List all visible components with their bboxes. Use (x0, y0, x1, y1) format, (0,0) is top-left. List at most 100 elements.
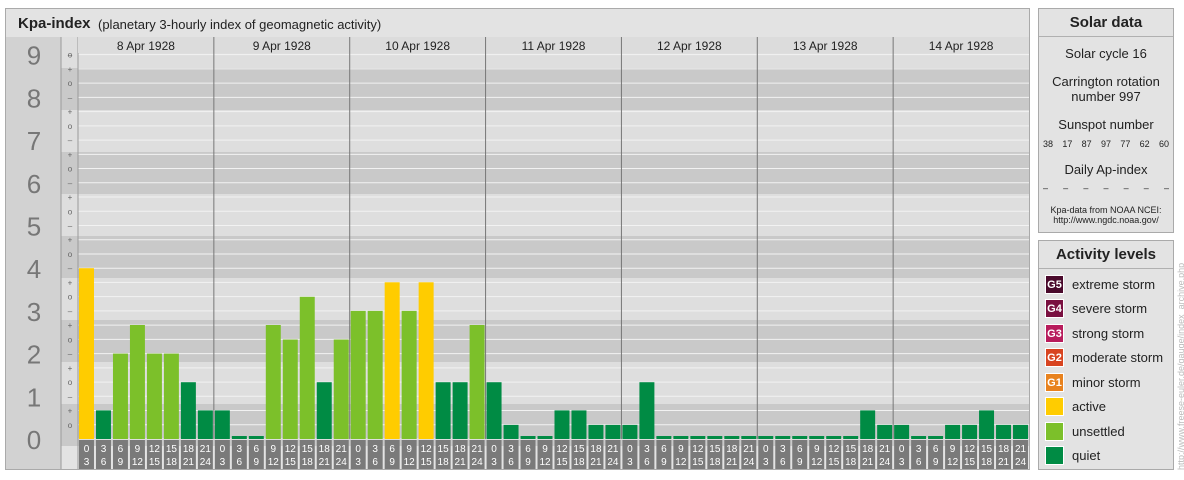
time-slot-end: 21 (319, 457, 331, 468)
time-slot-end: 12 (268, 457, 280, 468)
time-slot-end: 18 (709, 457, 721, 468)
activity-level-label: minor storm (1072, 374, 1141, 390)
activity-level-swatch: G2 (1045, 348, 1064, 367)
time-slot-end: 9 (389, 457, 395, 468)
time-slot-end: 15 (556, 457, 568, 468)
kp-bar (401, 310, 417, 439)
kp-bar (639, 382, 655, 439)
time-slot-end: 18 (981, 457, 993, 468)
kp-bar (741, 436, 757, 439)
day-label: 12 Apr 1928 (657, 39, 722, 53)
sunspot-value: 60 (1158, 139, 1169, 149)
time-slot-start: 15 (166, 444, 178, 455)
activity-levels-panel: Activity levels G5 extreme storm G4 severe … (1038, 240, 1174, 470)
kp-bar (826, 436, 842, 439)
time-slot-start: 6 (661, 444, 667, 455)
kp-bar (350, 310, 366, 439)
ap-value: – (1123, 183, 1129, 193)
y-minor-mark: o (68, 250, 73, 259)
kp-bar (486, 382, 502, 439)
time-slot-start: 21 (743, 444, 755, 455)
time-slot-start: 6 (254, 444, 260, 455)
y-minor-mark: o (68, 51, 73, 60)
time-slot-start: 18 (183, 444, 195, 455)
ap-value: – (1083, 183, 1089, 193)
y-minor-mark: + (68, 236, 73, 245)
day-label: 11 Apr 1928 (522, 39, 586, 53)
kp-bar (180, 382, 196, 439)
time-slot-start: 6 (118, 444, 124, 455)
y-minor-mark: – (68, 350, 73, 359)
kp-bar (418, 282, 434, 439)
time-slot-end: 6 (780, 457, 786, 468)
y-tick-label: 9 (27, 41, 41, 71)
activity-level-swatch: G5 (1045, 274, 1064, 294)
kp-bar (792, 436, 808, 439)
band-row (6, 152, 1029, 194)
time-slot-end: 9 (525, 457, 531, 468)
day-label: 8 Apr 1928 (117, 39, 175, 53)
time-slot-start: 21 (1015, 444, 1027, 455)
y-minor-mark: + (68, 193, 73, 202)
y-minor-mark: + (68, 364, 73, 373)
time-slot-end: 21 (862, 457, 874, 468)
y-minor-mark: o (68, 378, 73, 387)
activity-level-row: quiet (1045, 446, 1100, 465)
time-slot-start: 12 (692, 444, 704, 455)
kp-bar (333, 339, 349, 439)
sunspot-value: 97 (1100, 139, 1111, 149)
y-minor-mark: – (68, 264, 73, 273)
y-tick-label: 6 (27, 169, 41, 199)
y-minor-mark: o (68, 79, 73, 88)
time-slot-start: 3 (508, 444, 514, 455)
activity-level-swatch (1045, 397, 1064, 416)
y-minor-mark: – (68, 392, 73, 401)
time-slot-end: 6 (508, 457, 514, 468)
y-tick-label: 3 (27, 297, 41, 327)
kp-bar (520, 436, 536, 439)
time-slot-end: 18 (166, 457, 178, 468)
kp-bar (894, 424, 910, 439)
time-slot-end: 6 (101, 457, 107, 468)
y-tick-label: 5 (27, 211, 41, 241)
time-slot-start: 12 (964, 444, 976, 455)
kp-bar (129, 324, 145, 439)
kp-bar (707, 436, 723, 439)
time-slot-end: 12 (811, 457, 823, 468)
kp-bar (163, 353, 179, 439)
y-minor-mark: – (68, 179, 73, 188)
y-minor-mark: o (68, 335, 73, 344)
credit-text: http://www.freese-euler.de/gauge/index_a… (1176, 262, 1184, 470)
time-slot-end: 24 (743, 457, 755, 468)
kp-bar (877, 424, 893, 439)
time-slot-end: 6 (372, 457, 378, 468)
time-slot-end: 3 (355, 457, 361, 468)
time-slot-end: 18 (438, 457, 450, 468)
time-slot-end: 21 (590, 457, 602, 468)
activity-level-row: G1 minor storm (1045, 372, 1141, 392)
time-slot-end: 18 (845, 457, 857, 468)
kp-bar (452, 382, 468, 439)
time-slot-start: 15 (981, 444, 993, 455)
activity-level-label: extreme storm (1072, 276, 1156, 292)
y-minor-mark: + (68, 65, 73, 74)
day-label: 9 Apr 1928 (253, 39, 311, 53)
sunspot-value: 38 (1043, 139, 1054, 149)
solar-data-title: Solar data (1039, 9, 1173, 37)
time-slot-end: 9 (661, 457, 667, 468)
solar-data-panel: Solar data Solar cycle 16 Carrington rot… (1038, 8, 1174, 233)
time-slot-start: 12 (421, 444, 433, 455)
kp-bar (112, 353, 128, 439)
carrington-line2: number 997 (1071, 89, 1141, 104)
time-slot-start: 9 (406, 444, 412, 455)
kp-bar (95, 410, 111, 439)
time-slot-start: 9 (950, 444, 956, 455)
time-slot-end: 24 (1015, 457, 1027, 468)
kp-bar (588, 424, 604, 439)
kp-bar (248, 436, 264, 439)
time-slot-start: 18 (319, 444, 331, 455)
activity-level-label: unsettled (1072, 423, 1125, 439)
time-slot-start: 3 (372, 444, 378, 455)
y-minor-mark: o (68, 165, 73, 174)
kp-bar (367, 310, 383, 439)
